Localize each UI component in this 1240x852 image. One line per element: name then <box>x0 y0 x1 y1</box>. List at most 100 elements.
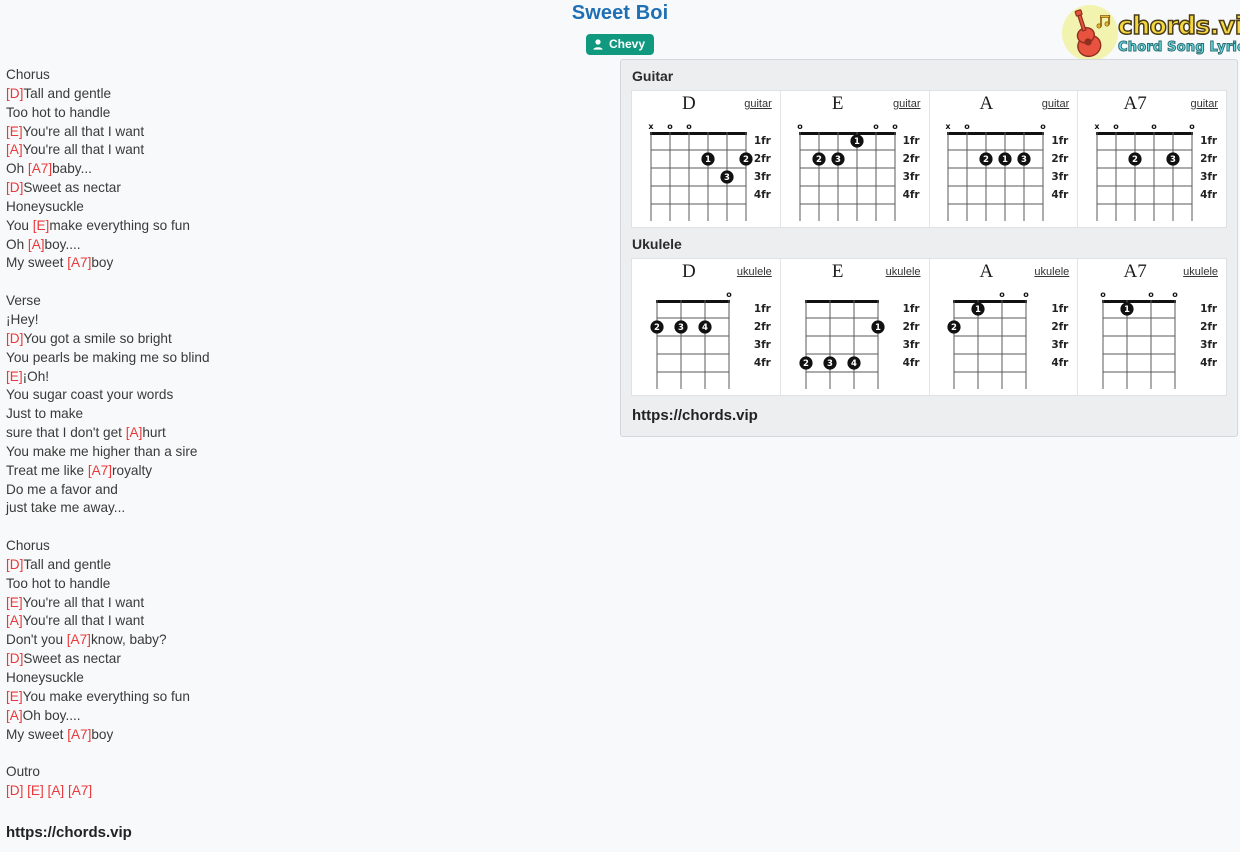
lyric-text: Tall and gentle <box>23 85 112 101</box>
panel-footer-url[interactable]: https://chords.vip <box>621 396 1237 434</box>
lyric-text: Sweet as nectar <box>23 651 121 667</box>
lyric-line: You make me higher than a sire <box>6 443 596 462</box>
fret-label: 3fr <box>1200 339 1218 351</box>
lyric-text: Sweet as nectar <box>23 180 121 196</box>
lyric-text: Too hot to handle <box>6 104 111 120</box>
chord-token[interactable]: [A7] <box>67 255 91 270</box>
lyric-text: You got a smile so bright <box>23 330 172 346</box>
diagram-row-ukulele: Dukulele o 2 3 4 1fr 2fr 3fr 4fr Eukulele 1 2 3 4 1fr 2… <box>631 258 1227 396</box>
svg-text:o: o <box>797 122 803 131</box>
svg-text:3: 3 <box>1170 155 1176 165</box>
chord-token[interactable]: [E] <box>33 218 50 233</box>
svg-text:3: 3 <box>678 323 684 333</box>
chord-diagram-guitar-E[interactable]: Eguitar o o o 1 2 3 1fr 2fr 3fr 4fr <box>781 91 930 227</box>
fretboard: o 2 3 4 1fr 2fr 3fr 4fr <box>643 285 771 389</box>
lyrics-body: Chorus [D]Tall and gentle Too hot to handl… <box>6 66 596 801</box>
chord-token[interactable]: [A] <box>28 237 45 252</box>
fret-label: 3fr <box>902 339 920 351</box>
instrument-tag[interactable]: guitar <box>744 98 772 110</box>
chord-token[interactable]: [A] <box>6 142 23 157</box>
chord-token[interactable]: [D] <box>6 331 23 346</box>
chord-token[interactable]: [D] <box>6 651 23 666</box>
instrument-tag[interactable]: ukulele <box>886 266 921 278</box>
lyric-text: You <box>6 217 33 233</box>
chord-diagram-guitar-A7[interactable]: A7 guitar x o o o 2 3 1fr 2fr 3fr 4fr <box>1078 91 1226 227</box>
chord-diagram-ukulele-A7[interactable]: A7 ukulele o o o 1 1fr 2fr 3fr 4fr <box>1078 259 1226 395</box>
fret-label: 1fr <box>1051 303 1069 315</box>
fret-label: 1fr <box>753 303 771 315</box>
chord-token[interactable]: [A7] <box>88 463 112 478</box>
chord-token[interactable]: [D] <box>6 557 23 572</box>
logo-tagline: Chord Song Lyric <box>1117 39 1240 55</box>
chord-token[interactable]: [A7] <box>28 161 52 176</box>
fret-label: 4fr <box>902 357 920 369</box>
lyric-line: You [E]make everything so fun <box>6 217 596 236</box>
lyric-text: Honeysuckle <box>6 198 84 214</box>
chord-diagram-ukulele-D[interactable]: Dukulele o 2 3 4 1fr 2fr 3fr 4fr <box>632 259 781 395</box>
chord-token[interactable]: [D] <box>6 180 23 195</box>
instrument-title-ukulele: Ukulele <box>632 236 682 252</box>
svg-text:o: o <box>726 290 732 299</box>
lyric-line: [E]You're all that I want <box>6 594 596 613</box>
fretboard: o o o 1 1fr 2fr 3fr 4fr <box>1089 285 1218 389</box>
lyric-line: Chorus <box>6 537 596 556</box>
chord-token[interactable]: [A] <box>6 613 23 628</box>
fret-labels: 1fr 2fr 3fr 4fr <box>754 132 771 204</box>
instrument-tag[interactable]: ukulele <box>737 266 772 278</box>
chord-token[interactable]: [D] [E] [A] [A7] <box>6 783 92 798</box>
lyric-line: Don't you [A7]know, baby? <box>6 631 596 650</box>
chord-diagram-guitar-A[interactable]: Aguitar x o o 2 1 3 1fr 2fr 3fr 4fr <box>930 91 1079 227</box>
logo-wordmark: chords.vip <box>1117 10 1240 40</box>
fret-label: 4fr <box>902 189 920 201</box>
lyric-text: My sweet <box>6 255 68 271</box>
svg-text:2: 2 <box>1132 155 1138 165</box>
instrument-tag[interactable]: ukulele <box>1183 266 1218 278</box>
instrument-tag[interactable]: guitar <box>1042 98 1070 110</box>
chord-diagram-ukulele-E[interactable]: Eukulele 1 2 3 4 1fr 2fr 3fr 4fr <box>781 259 930 395</box>
instrument-tag[interactable]: ukulele <box>1034 266 1069 278</box>
chord-diagram-guitar-D[interactable]: Dguitar x o o 1 2 3 1fr 2fr 3fr 4fr <box>632 91 781 227</box>
chord-token[interactable]: [D] <box>6 86 23 101</box>
lyric-text: know, baby? <box>90 632 167 648</box>
svg-text:1: 1 <box>854 137 860 147</box>
lyric-line: [E]You're all that I want <box>6 123 596 142</box>
page-root: Sweet Boi Chevy chords.vi Chord Song Lyr… <box>0 0 1240 852</box>
lyric-line: You sugar coast your words <box>6 386 596 405</box>
svg-text:o: o <box>873 122 879 131</box>
lyric-text: Chorus <box>6 67 50 82</box>
lyric-line: Do me a favor and <box>6 481 596 500</box>
lyric-line: [A]You're all that I want <box>6 612 596 631</box>
svg-text:1: 1 <box>1002 155 1008 165</box>
fret-label: 3fr <box>1051 339 1069 351</box>
site-logo[interactable]: chords.vip Chord Song Lyric <box>1062 4 1240 62</box>
lyric-text: Chorus <box>6 538 50 554</box>
chord-token[interactable]: [E] <box>6 689 23 704</box>
instrument-tag[interactable]: guitar <box>1190 98 1218 110</box>
lyric-line: Too hot to handle <box>6 104 596 123</box>
lyric-line: [A]Oh boy.... <box>6 707 596 726</box>
lyric-line: just take me away... <box>6 499 596 518</box>
lyric-line: ¡Hey! <box>6 311 596 330</box>
fret-label: 2fr <box>902 153 920 165</box>
lyric-text: Treat me like <box>6 462 88 478</box>
fretboard: o o o 1 2 3 1fr 2fr 3fr 4fr <box>792 117 920 221</box>
fret-label: 3fr <box>753 171 771 183</box>
lyric-text: You're all that I want <box>22 613 145 629</box>
lyric-text: Oh boy.... <box>22 707 81 723</box>
chord-diagram-ukulele-A[interactable]: Aukulele o o 1 2 1fr 2fr 3fr 4fr <box>930 259 1079 395</box>
chord-header: Aukulele <box>930 262 1078 285</box>
chord-token[interactable]: [A] <box>126 425 143 440</box>
chord-token[interactable]: [A7] <box>67 727 91 742</box>
instrument-tag[interactable]: guitar <box>893 98 921 110</box>
lyric-line <box>6 744 596 763</box>
chord-token[interactable]: [A] <box>6 708 23 723</box>
artist-badge[interactable]: Chevy <box>585 34 655 55</box>
chord-token[interactable]: [E] <box>6 369 23 384</box>
page-footer-url[interactable]: https://chords.vip <box>6 824 132 841</box>
chord-token[interactable]: [E] <box>6 595 23 610</box>
chord-token[interactable]: [E] <box>6 124 23 139</box>
svg-text:o: o <box>1172 290 1178 299</box>
svg-text:o: o <box>1148 290 1154 299</box>
lyric-text: boy <box>91 255 114 271</box>
chord-token[interactable]: [A7] <box>67 632 91 647</box>
